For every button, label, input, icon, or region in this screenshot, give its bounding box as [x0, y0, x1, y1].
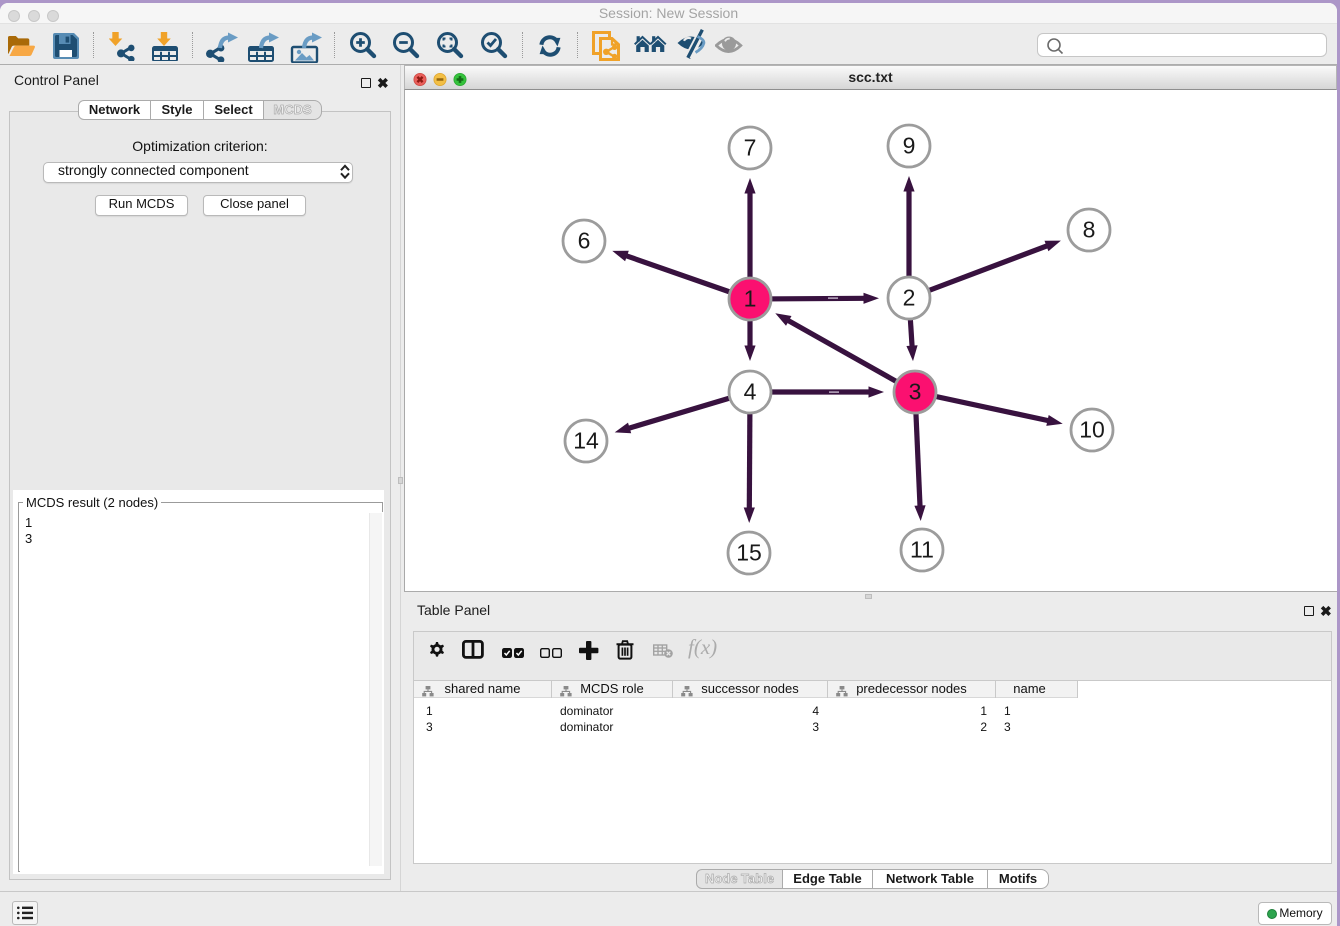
svg-text:4: 4	[744, 379, 757, 405]
svg-text:1: 1	[744, 286, 757, 312]
svg-text:8: 8	[1083, 217, 1096, 243]
svg-text:7: 7	[744, 135, 757, 161]
svg-text:9: 9	[903, 133, 916, 159]
svg-text:2: 2	[903, 285, 916, 311]
svg-text:15: 15	[736, 540, 762, 566]
svg-text:10: 10	[1079, 417, 1105, 443]
svg-text:14: 14	[573, 428, 599, 454]
svg-text:11: 11	[910, 537, 934, 563]
svg-text:3: 3	[909, 379, 922, 405]
svg-text:6: 6	[578, 228, 591, 254]
